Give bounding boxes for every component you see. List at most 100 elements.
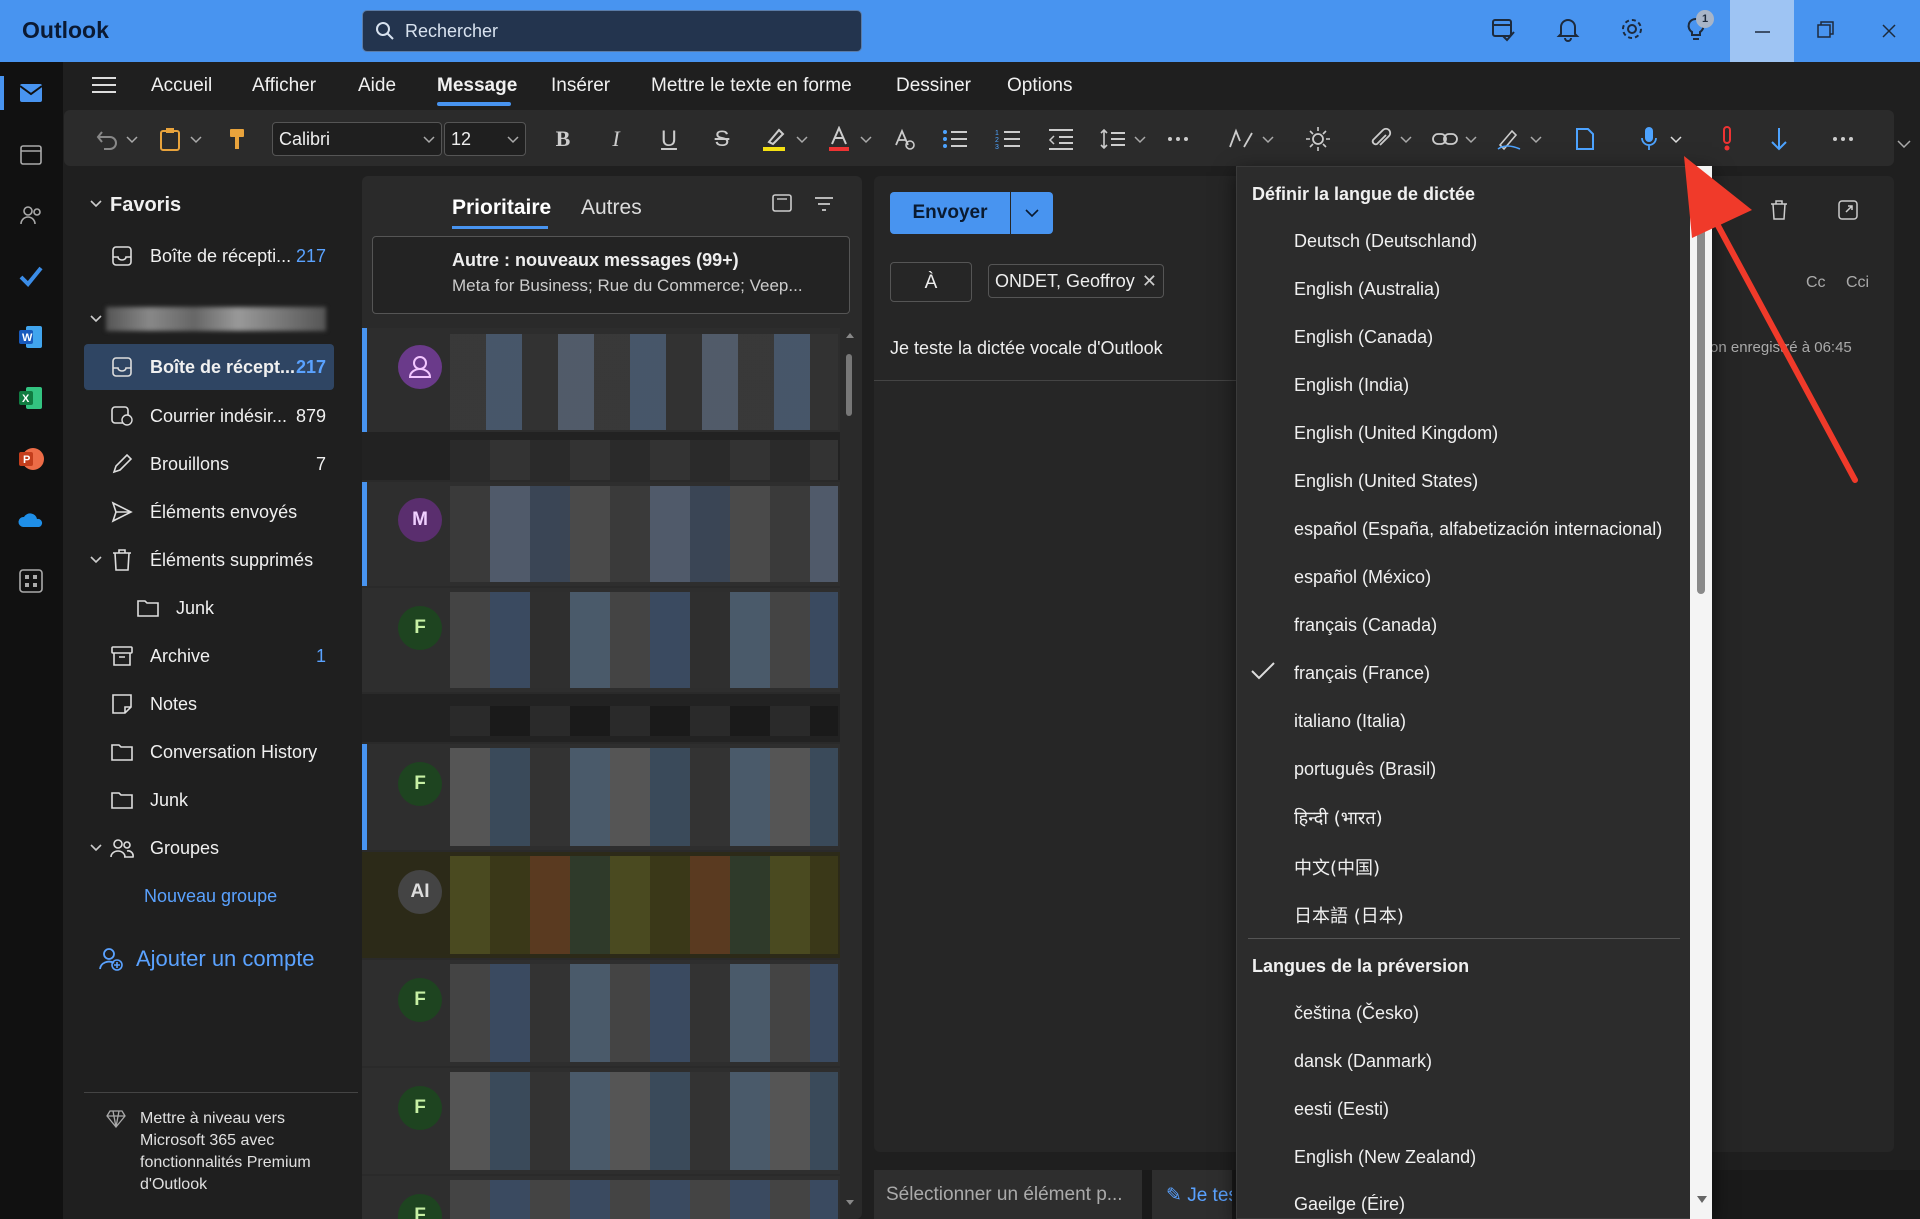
signature-chevron-icon[interactable] (1524, 132, 1548, 148)
language-option[interactable]: español (México) (1294, 567, 1431, 588)
folder-inbox[interactable]: Boîte de récept... 217 (84, 345, 336, 389)
folder-favorite-inbox[interactable]: Boîte de récepti... 217 (84, 234, 336, 278)
word-icon[interactable]: W (14, 320, 48, 354)
settings-gear-icon[interactable] (1619, 16, 1649, 46)
calendar-icon[interactable] (14, 137, 48, 171)
language-option[interactable]: English (New Zealand) (1294, 1147, 1476, 1168)
add-account-icon[interactable] (98, 946, 124, 972)
bullet-list-icon[interactable] (940, 124, 970, 154)
scroll-up-icon[interactable] (846, 332, 854, 338)
folder-deleted[interactable]: Éléments supprimés (84, 538, 336, 582)
highlight-icon[interactable] (759, 124, 789, 154)
send-options-chevron-icon[interactable] (1011, 192, 1053, 234)
send-button[interactable]: Envoyer (890, 192, 1010, 234)
language-option[interactable]: dansk (Danmark) (1294, 1051, 1432, 1072)
bold-icon[interactable]: B (548, 124, 578, 154)
language-option[interactable]: English (Australia) (1294, 279, 1440, 300)
search-input[interactable]: Rechercher (362, 10, 862, 52)
font-size-select[interactable]: 12 (444, 122, 526, 156)
folder-conversation-history[interactable]: Conversation History (84, 730, 336, 774)
undo-chevron-icon[interactable] (120, 132, 144, 148)
clipboard-paste-icon[interactable] (155, 124, 185, 154)
strikethrough-icon[interactable]: S (707, 124, 737, 154)
font-color-icon[interactable] (824, 124, 854, 154)
undo-icon[interactable] (92, 124, 122, 154)
attach-file-icon[interactable] (1366, 124, 1396, 154)
language-option[interactable]: eesti (Eesti) (1294, 1099, 1389, 1120)
tab-afficher[interactable]: Afficher (252, 75, 316, 97)
font-color-chevron-icon[interactable] (854, 132, 878, 148)
select-item-tab[interactable]: Sélectionner un élément p... (874, 1170, 1142, 1219)
folder-drafts[interactable]: Brouillons 7 (84, 442, 336, 486)
draft-tab[interactable]: ✎ Je tes (1152, 1170, 1232, 1219)
to-button[interactable]: À (890, 262, 972, 302)
language-option[interactable]: English (United States) (1294, 471, 1478, 492)
signature-icon[interactable] (1494, 124, 1524, 154)
language-option[interactable]: English (India) (1294, 375, 1409, 396)
people-icon[interactable] (14, 198, 48, 232)
recipient-chip[interactable]: ONDET, Geoffroy ✕ (988, 264, 1164, 298)
tab-other[interactable]: Autres (581, 196, 642, 220)
clear-formatting-icon[interactable] (889, 124, 919, 154)
link-icon[interactable] (1430, 124, 1460, 154)
powerpoint-icon[interactable]: P (14, 442, 48, 476)
paste-chevron-icon[interactable] (184, 132, 208, 148)
filter-icon[interactable] (814, 196, 834, 212)
tab-dessiner[interactable]: Dessiner (896, 75, 971, 97)
onedrive-icon[interactable] (14, 503, 48, 537)
maximize-button[interactable] (1794, 0, 1857, 62)
calendar-check-icon[interactable] (1490, 16, 1520, 46)
language-option[interactable]: 中文(中国) (1294, 854, 1380, 880)
message-list-scrollbar[interactable] (846, 354, 852, 416)
account-chevron-icon[interactable] (90, 315, 102, 323)
minimize-button[interactable] (1730, 0, 1794, 62)
ribbon-expand-chevron-icon[interactable] (1892, 136, 1916, 152)
attach-chevron-icon[interactable] (1394, 132, 1418, 148)
font-name-select[interactable]: Calibri (272, 122, 442, 156)
immersive-reader-icon[interactable] (1570, 124, 1600, 154)
upgrade-text[interactable]: Mettre à niveau vers Microsoft 365 avec … (140, 1108, 340, 1196)
editor-icon[interactable] (1226, 124, 1256, 154)
language-option[interactable]: English (Canada) (1294, 327, 1433, 348)
numbered-list-icon[interactable]: 123 (993, 124, 1023, 154)
language-option-selected[interactable]: français (France) (1294, 663, 1430, 684)
folder-junk[interactable]: Junk (84, 778, 336, 822)
tab-aide[interactable]: Aide (358, 75, 396, 97)
decrease-indent-icon[interactable] (1046, 124, 1076, 154)
bell-icon[interactable] (1555, 16, 1585, 46)
folder-archive[interactable]: Archive 1 (84, 634, 336, 678)
tab-mettre-en-forme[interactable]: Mettre le texte en forme (651, 75, 852, 97)
folder-junk-mail[interactable]: Courrier indésir... 879 (84, 394, 336, 438)
tab-options[interactable]: Options (1007, 75, 1072, 97)
tab-accueil[interactable]: Accueil (151, 75, 212, 97)
language-option[interactable]: italiano (Italia) (1294, 711, 1406, 732)
remove-recipient-icon[interactable]: ✕ (1142, 271, 1157, 292)
tab-message[interactable]: Message (437, 75, 517, 97)
scroll-down-icon[interactable] (846, 1200, 854, 1206)
language-option[interactable]: español (España, alfabetización internac… (1294, 519, 1662, 540)
close-button[interactable] (1857, 0, 1920, 62)
folder-junk-sub[interactable]: Junk (110, 586, 336, 630)
more-apps-icon[interactable] (14, 564, 48, 598)
language-option[interactable]: English (United Kingdom) (1294, 423, 1498, 444)
folder-notes[interactable]: Notes (84, 682, 336, 726)
hamburger-menu-icon[interactable] (90, 74, 118, 96)
more-formatting-icon[interactable] (1163, 124, 1193, 154)
add-account-link[interactable]: Ajouter un compte (136, 946, 315, 972)
language-option[interactable]: português (Brasil) (1294, 759, 1436, 780)
excel-icon[interactable]: X (14, 381, 48, 415)
other-inbox-notice[interactable] (372, 236, 850, 314)
menu-scroll-down-icon[interactable] (1697, 1196, 1707, 1204)
underline-icon[interactable]: U (654, 124, 684, 154)
link-chevron-icon[interactable] (1459, 132, 1483, 148)
line-spacing-chevron-icon[interactable] (1128, 132, 1152, 148)
favorites-chevron-icon[interactable] (90, 200, 102, 208)
groups-header[interactable]: Groupes (84, 826, 336, 870)
mail-icon[interactable] (14, 76, 48, 110)
language-option[interactable]: 日本語 (日本) (1294, 902, 1404, 928)
subject-field[interactable]: Je teste la dictée vocale d'Outlook (890, 338, 1163, 359)
language-option[interactable]: हिन्दी (भारत) (1294, 806, 1383, 830)
new-group-link[interactable]: Nouveau groupe (144, 886, 277, 907)
italic-icon[interactable]: I (601, 124, 631, 154)
language-option[interactable]: Deutsch (Deutschland) (1294, 231, 1477, 252)
